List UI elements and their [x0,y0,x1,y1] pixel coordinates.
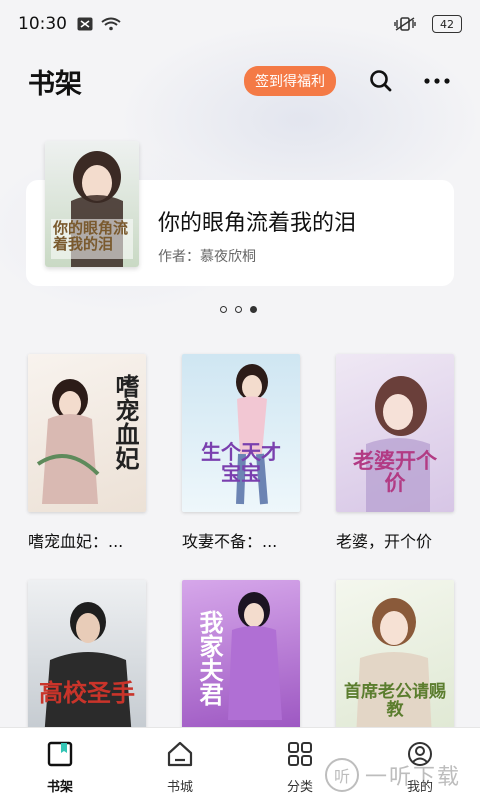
book-cover-text: 我家夫君 [195,610,224,706]
more-icon[interactable] [422,66,452,96]
featured-cover-text: 你的眼角流着我的泪 [53,219,129,253]
book-item[interactable]: 嗜宠血妃 嗜宠血妃：... [28,354,146,552]
bookshelf-grid: 嗜宠血妃 嗜宠血妃：... 生个天才宝宝 攻妻不备：... 老婆开个价 老婆，开… [28,354,458,754]
book-cover-text: 高校圣手 [39,678,135,707]
watermark-text: 一听下载 [365,765,462,790]
book-cover[interactable]: 嗜宠血妃 [28,354,146,512]
book-cover[interactable]: 生个天才宝宝 [182,354,300,512]
vibrate-icon [394,16,416,32]
status-time: 10:30 [18,14,67,34]
tab-label: 分类 [286,780,313,795]
category-icon [286,740,314,772]
book-title[interactable]: 嗜宠血妃：... [28,528,146,552]
book-title[interactable]: 攻妻不备：... [182,528,300,552]
book-cover[interactable]: 高校圣手 [28,580,146,738]
watermark-icon: 听 [325,758,359,792]
featured-book-cover[interactable]: 你的眼角流着我的泪 [45,141,139,267]
bookshelf-icon [46,740,74,772]
battery-icon: 42 [432,15,462,33]
book-item[interactable]: 生个天才宝宝 攻妻不备：... [182,354,300,552]
tab-bookstore[interactable]: 书城 [120,728,240,800]
book-cover[interactable]: 首席老公请赐教 [336,580,454,738]
signin-reward-button[interactable]: 签到得福利 [244,66,336,96]
tab-bookshelf[interactable]: 书架 [0,728,120,800]
tab-label: 书城 [166,780,193,795]
book-cover-text: 嗜宠血妃 [111,374,140,470]
search-icon[interactable] [366,66,396,96]
bookstore-icon [166,740,194,772]
book-cover[interactable]: 我家夫君 [182,580,300,738]
book-cover-text: 老婆开个价 [353,448,437,496]
notification-icon [77,17,93,31]
book-title[interactable]: 老婆，开个价 [336,528,454,552]
wifi-icon [101,17,121,31]
carousel-dot[interactable] [220,306,227,313]
book-cover-text: 首席老公请赐教 [344,682,446,720]
page-title: 书架 [28,68,82,100]
featured-book-author: 作者：慕夜欣桐 [158,249,256,265]
header: 书架 签到得福利 [0,56,480,106]
status-bar: 10:30 42 [0,0,480,48]
carousel-dot[interactable] [235,306,242,313]
tab-label: 书架 [46,780,73,795]
book-cover-text: 生个天才宝宝 [201,440,281,485]
carousel-indicator [220,306,257,313]
book-item[interactable]: 老婆开个价 老婆，开个价 [336,354,454,552]
watermark-logo: 听 一听下载 [325,750,480,800]
featured-book-title[interactable]: 你的眼角流着我的泪 [158,205,356,237]
book-cover[interactable]: 老婆开个价 [336,354,454,512]
carousel-dot-active[interactable] [250,306,257,313]
